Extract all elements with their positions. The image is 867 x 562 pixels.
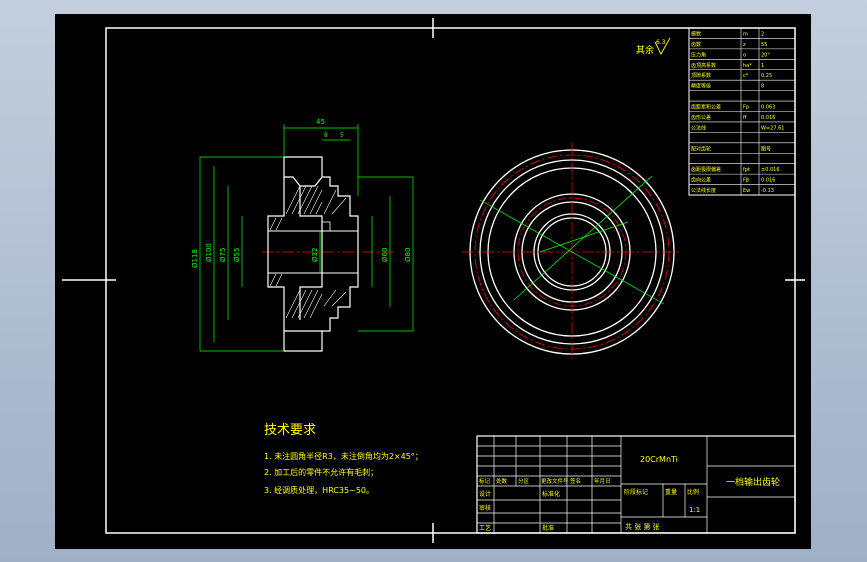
param-table-cell: ha* bbox=[743, 63, 752, 69]
tech-req-item-2: 2. 加工后的零件不允许有毛刺； bbox=[264, 467, 378, 477]
hdr-sign: 签名 bbox=[570, 477, 581, 485]
dim-top-width: 45 bbox=[316, 118, 325, 126]
param-table-cell: 齿距极限偏差 bbox=[691, 166, 721, 173]
gear-rim-top bbox=[283, 156, 323, 187]
param-table-cell: ±0.016 bbox=[761, 167, 780, 173]
section-hatch-top bbox=[269, 185, 347, 231]
param-table-cell: 齿距累积公差 bbox=[691, 104, 721, 111]
param-table-cell: Ew bbox=[743, 188, 750, 194]
section-view[interactable]: 45 8 5 Ø118 Ø100 Ø75 Ø55 Ø80 Ø60 Ø32 bbox=[191, 118, 414, 352]
param-table-cell: 公法线长度 bbox=[691, 187, 716, 194]
tech-req-title: 技术要求 bbox=[264, 423, 316, 438]
param-table-cell: 0.016 bbox=[761, 115, 775, 121]
dim-right-2: Ø60 bbox=[381, 248, 389, 262]
tech-req-item-1: 1. 未注圆角半径R3，未注倒角均为2×45°； bbox=[264, 451, 423, 461]
param-table-cell: 0.016 bbox=[761, 178, 775, 184]
param-table-cell: c* bbox=[743, 73, 749, 79]
param-table-cell: ff bbox=[743, 115, 747, 121]
dim-right-1: Ø80 bbox=[404, 248, 412, 262]
title-block[interactable]: 20CrMnTi 一档输出齿轮 阶段标记 重量 比例 1:1 共 张 第 张 标… bbox=[476, 435, 796, 534]
param-table-cell: 公法线 bbox=[691, 124, 706, 131]
param-table-cell: Fβ bbox=[743, 178, 749, 184]
dim-left-3: Ø75 bbox=[219, 248, 227, 262]
dim-bore: Ø32 bbox=[311, 248, 319, 262]
param-table-cell: 0.063 bbox=[761, 105, 775, 111]
surface-finish-note: 其余 bbox=[636, 44, 654, 56]
dim-left-outer: Ø118 bbox=[191, 249, 199, 268]
param-table-cell: 8 bbox=[761, 84, 764, 90]
param-table-cell: fpt bbox=[743, 167, 750, 173]
param-table-cell: 压力角 bbox=[691, 51, 706, 58]
param-table-cell: 1 bbox=[761, 63, 764, 69]
param-table-cell: Fp bbox=[743, 105, 749, 111]
param-table-cell: 配对齿轮 bbox=[691, 145, 711, 152]
dim-hub-b: 5 bbox=[340, 132, 344, 139]
hdr-mark: 标记 bbox=[479, 477, 491, 485]
hdr-zone: 分区 bbox=[518, 477, 530, 485]
front-view[interactable] bbox=[462, 142, 682, 362]
dim-hub-a: 8 bbox=[324, 132, 328, 139]
label-check: 审核 bbox=[479, 504, 491, 512]
param-table-cell: 0.25 bbox=[761, 73, 772, 79]
hdr-count: 处数 bbox=[496, 477, 508, 485]
dim-left-2: Ø100 bbox=[205, 243, 213, 262]
label-craft: 工艺 bbox=[479, 524, 491, 532]
param-table-cell: 精度等级 bbox=[691, 83, 711, 90]
param-table-cell: 2 bbox=[761, 31, 764, 37]
scale-label: 比例 bbox=[687, 488, 699, 496]
param-table-cell: 模数 bbox=[691, 30, 701, 37]
material-label: 20CrMnTi bbox=[640, 455, 678, 464]
param-table-cell: 20° bbox=[761, 52, 770, 58]
label-design: 设计 bbox=[479, 490, 491, 498]
param-table-cell: 顶隙系数 bbox=[691, 72, 711, 79]
gear-parameter-table[interactable]: 模数 m 2 齿数 z 55 压力角 α 20° 齿顶高系数 ha* 1 顶隙系数 c* 0.25 精度等级 8… bbox=[688, 27, 796, 196]
param-table-cell: 齿向公差 bbox=[691, 177, 711, 184]
keyway bbox=[321, 221, 331, 232]
param-table-cell: α bbox=[743, 52, 747, 58]
gear-hub-right bbox=[322, 176, 359, 332]
hdr-change: 更改文件号 bbox=[541, 477, 569, 485]
param-table-cell: 齿数 bbox=[691, 41, 701, 48]
section-dimensions bbox=[199, 124, 414, 352]
cad-drawing[interactable]: 45 8 5 Ø118 Ø100 Ø75 Ø55 Ø80 Ø60 Ø32 其余 … bbox=[0, 0, 867, 562]
scale-value: 1:1 bbox=[689, 506, 700, 514]
stage-label: 阶段标记 bbox=[624, 488, 648, 496]
param-table-cell: -0.13 bbox=[761, 188, 774, 194]
section-hatch-bottom bbox=[269, 273, 347, 319]
param-table-cell: m bbox=[743, 31, 748, 37]
gear-rim-bottom bbox=[283, 330, 323, 352]
param-table-cell: W=27.61 bbox=[761, 125, 784, 131]
label-approve: 批准 bbox=[542, 524, 554, 532]
param-table-cell: 齿顶高系数 bbox=[691, 62, 716, 69]
hdr-date: 年月日 bbox=[594, 477, 611, 485]
param-table-cell: 图号 bbox=[761, 146, 771, 152]
surface-finish-value: 6.3 bbox=[656, 39, 666, 46]
tech-req-item-3: 3. 经调质处理，HRC35~50。 bbox=[264, 485, 374, 495]
label-std: 标准化 bbox=[542, 490, 560, 498]
weight-label: 重量 bbox=[665, 488, 677, 496]
param-table-cell: 55 bbox=[761, 42, 767, 48]
gear-web-left bbox=[267, 177, 285, 331]
part-name: 一档输出齿轮 bbox=[726, 476, 780, 488]
sheet-count: 共 张 第 张 bbox=[625, 522, 660, 531]
param-table-cell: z bbox=[743, 42, 746, 48]
dim-left-4: Ø55 bbox=[233, 248, 241, 262]
param-table-cell: 齿形公差 bbox=[691, 114, 711, 121]
